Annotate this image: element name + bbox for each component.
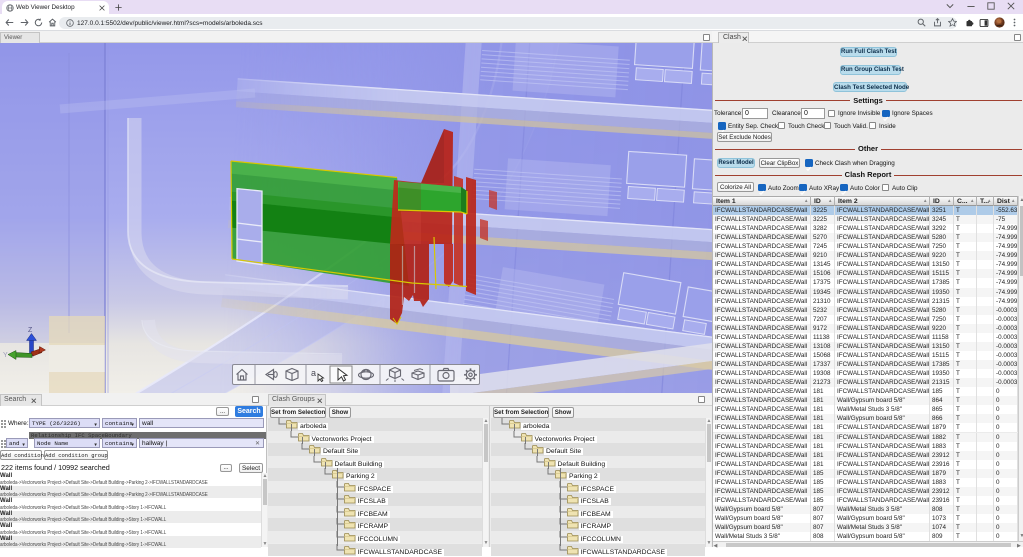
svg-text:a: a <box>311 368 316 378</box>
svg-text:Z: Z <box>28 327 33 334</box>
svg-text:Y: Y <box>3 352 8 359</box>
